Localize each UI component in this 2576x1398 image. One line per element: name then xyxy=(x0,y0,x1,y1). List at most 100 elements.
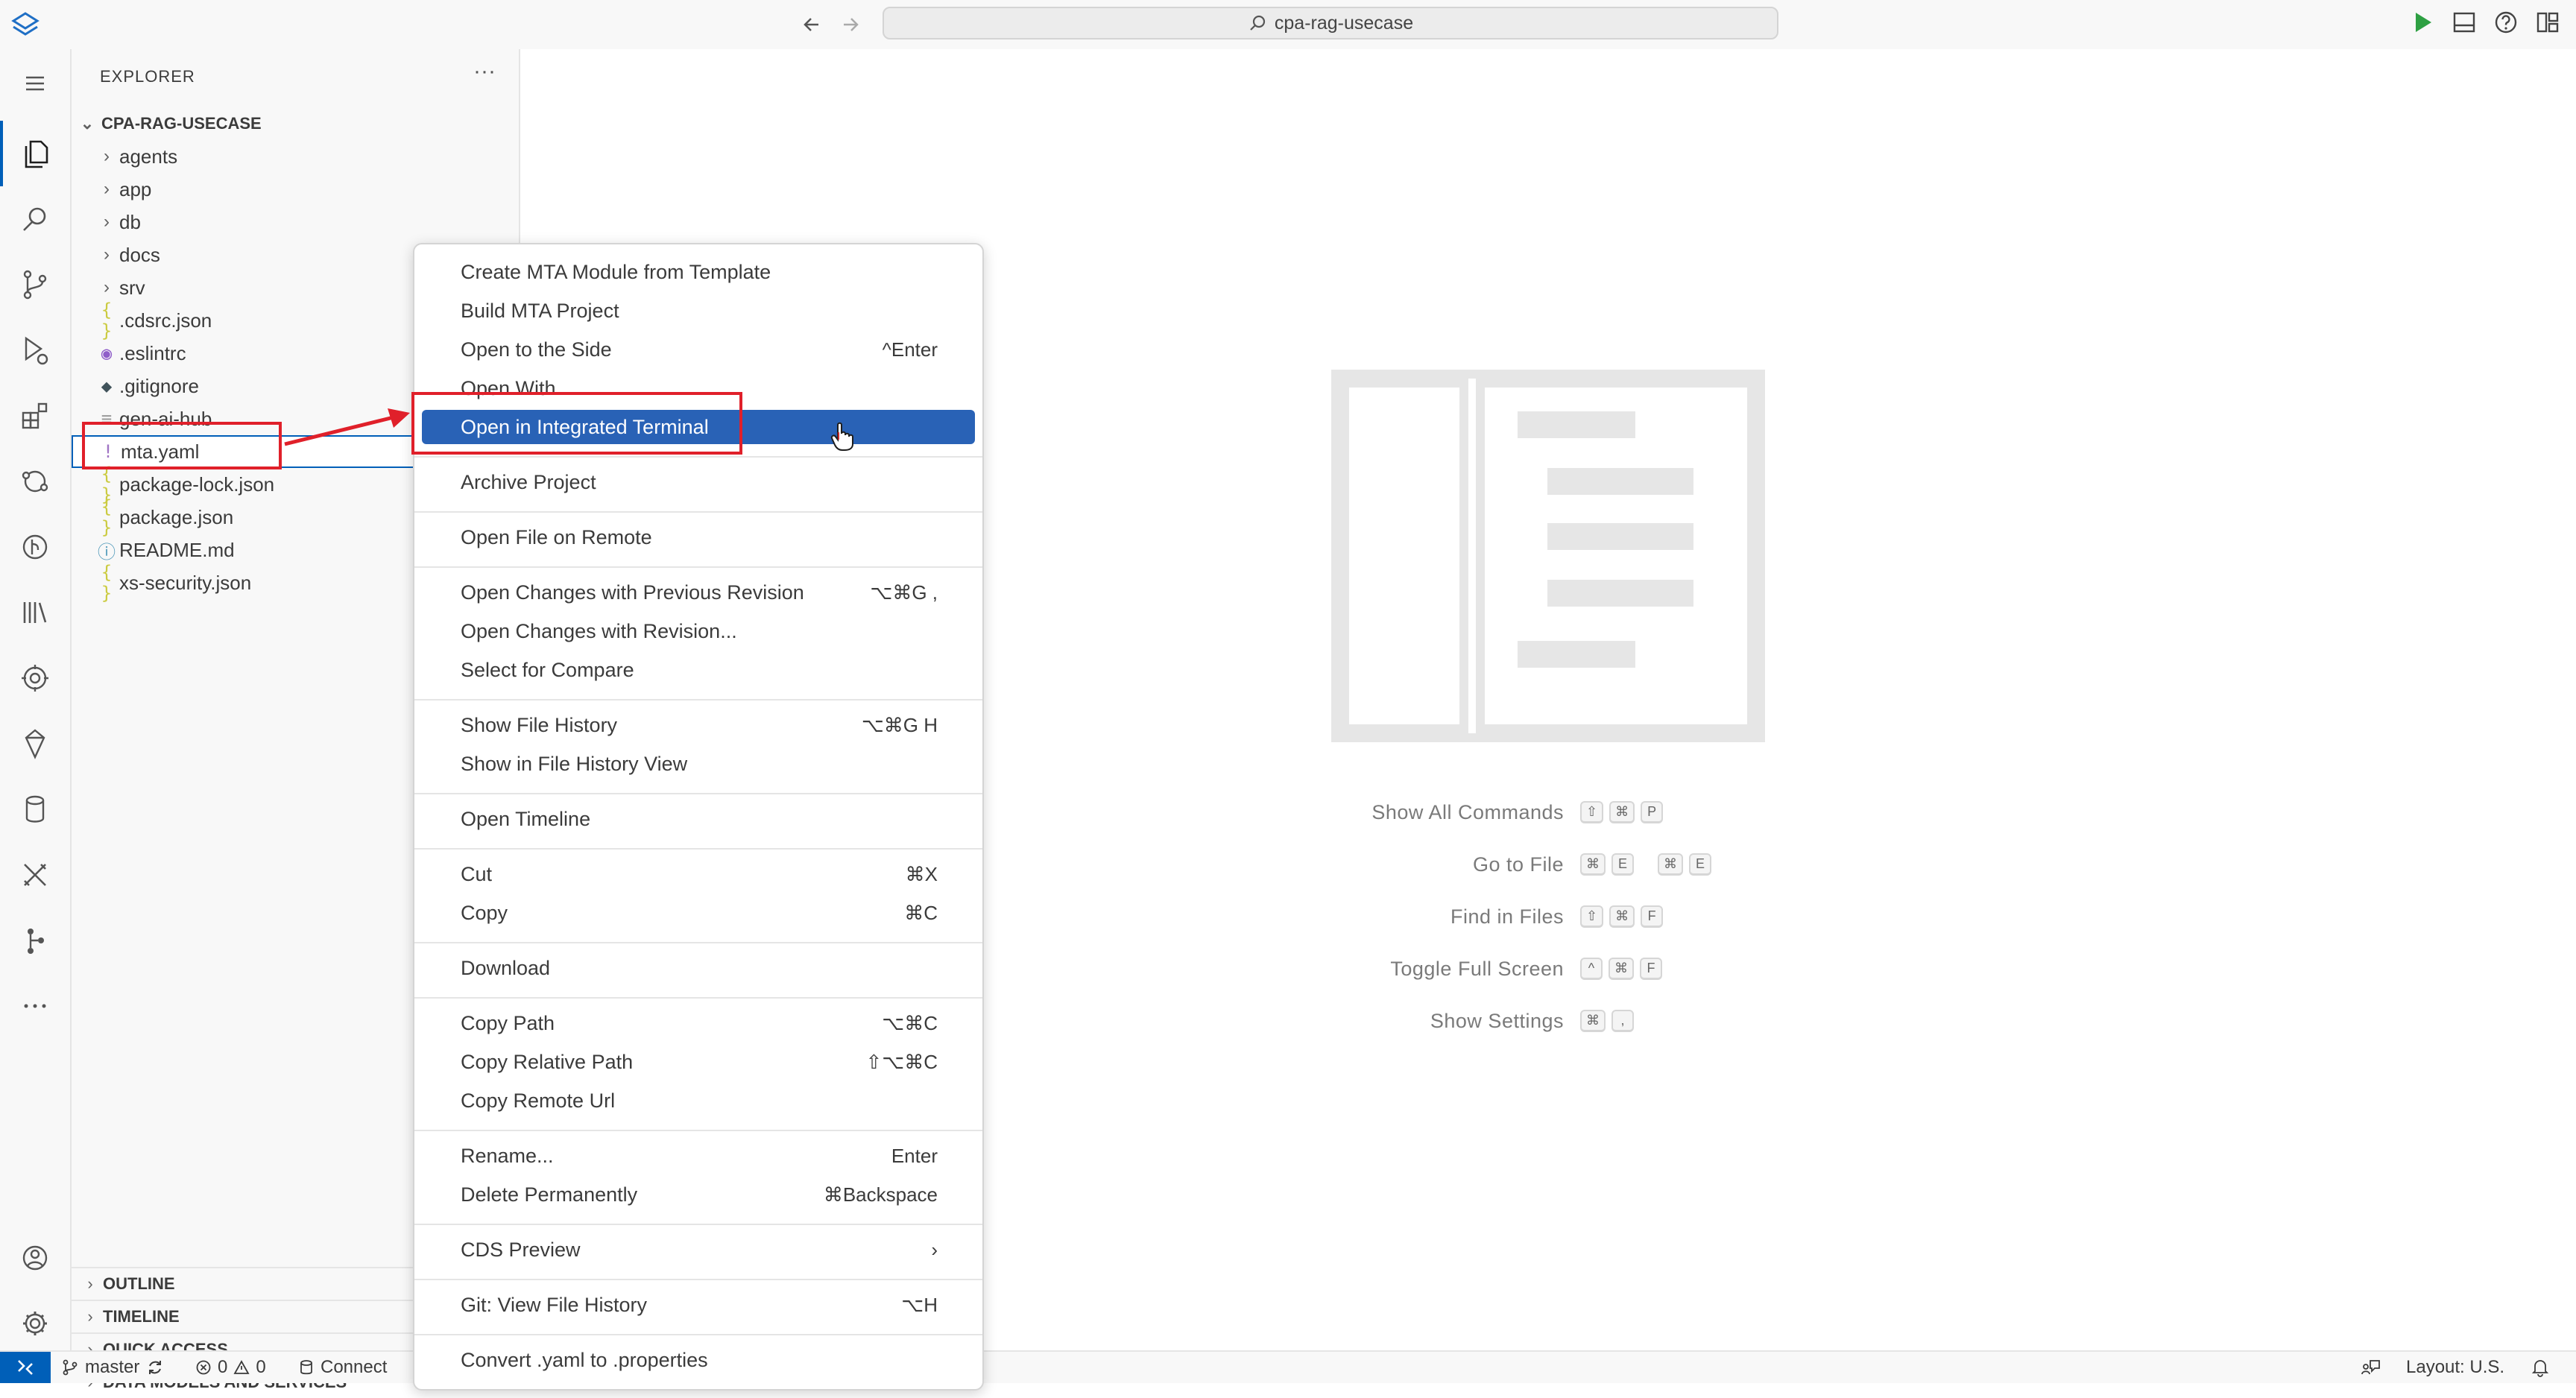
feedback-status[interactable] xyxy=(2360,1352,2382,1383)
explorer-icon[interactable] xyxy=(0,121,70,186)
menu-item-show-file-history[interactable]: Show File History ⌥⌘G H xyxy=(422,708,975,742)
welcome-shortcut[interactable]: Show All Commands ⇧ ⌘ P xyxy=(1267,797,1664,827)
chevron-right-icon: › xyxy=(104,212,110,232)
folder-label: app xyxy=(119,177,152,200)
annotation-box-file xyxy=(82,422,282,469)
extensions-icon[interactable] xyxy=(0,383,70,449)
menu-item-shortcut: ⌥⌘G , xyxy=(870,581,938,604)
menu-item-copy-relative-path[interactable]: Copy Relative Path ⇧⌥⌘C xyxy=(422,1045,975,1079)
menu-icon[interactable] xyxy=(0,51,70,116)
connect-label: Connect xyxy=(321,1357,388,1377)
run-debug-icon[interactable] xyxy=(0,317,70,383)
folder-label: docs xyxy=(119,243,160,266)
library-icon[interactable] xyxy=(0,580,70,645)
menu-item-cut[interactable]: Cut ⌘X xyxy=(422,857,975,891)
menu-item-convert-yaml-to-properties[interactable]: Convert .yaml to .properties xyxy=(422,1343,975,1377)
connect-status[interactable]: Connect xyxy=(298,1352,387,1383)
menu-item-download[interactable]: Download xyxy=(422,951,975,985)
root-folder[interactable]: ⌄ CPA-RAG-USECASE xyxy=(78,107,262,140)
menu-separator xyxy=(414,997,982,999)
source-control-icon[interactable] xyxy=(0,252,70,317)
account-icon[interactable] xyxy=(0,1225,70,1291)
folder-item[interactable]: › agents xyxy=(72,140,519,173)
menu-item-rename[interactable]: Rename... Enter xyxy=(422,1139,975,1173)
search-icon xyxy=(1250,15,1265,31)
menu-item-open-changes-with-previous-revision[interactable]: Open Changes with Previous Revision ⌥⌘G , xyxy=(422,575,975,610)
toggle-panel-icon[interactable] xyxy=(2451,9,2478,36)
gear-icon[interactable] xyxy=(0,1291,70,1356)
section-label: OUTLINE xyxy=(103,1274,175,1293)
command-center-search[interactable]: cpa-rag-usecase xyxy=(883,7,1778,39)
workflow-icon[interactable] xyxy=(0,908,70,973)
remote-explorer-icon[interactable] xyxy=(0,449,70,514)
more-icon[interactable] xyxy=(0,973,70,1039)
menu-item-select-for-compare[interactable]: Select for Compare xyxy=(422,653,975,687)
tools-icon[interactable] xyxy=(0,842,70,908)
menu-item-build-mta-project[interactable]: Build MTA Project xyxy=(422,294,975,328)
notifications-status[interactable] xyxy=(2531,1352,2549,1383)
menu-separator xyxy=(414,511,982,513)
welcome-shortcut[interactable]: Show Settings ⌘, xyxy=(1267,1006,1634,1036)
menu-item-label: Copy Path xyxy=(461,1011,555,1034)
menu-item-create-mta-module-from-template[interactable]: Create MTA Module from Template xyxy=(422,255,975,289)
arrow-right-icon[interactable] xyxy=(836,10,865,39)
layout-status[interactable]: Layout: U.S. xyxy=(2406,1352,2504,1383)
folder-label: db xyxy=(119,210,141,233)
menu-item-cds-preview[interactable]: CDS Preview › xyxy=(422,1233,975,1267)
menu-item-shortcut: ⌘Backspace xyxy=(823,1183,938,1206)
menu-item-show-in-file-history-view[interactable]: Show in File History View xyxy=(422,747,975,781)
menu-item-label: Copy Relative Path xyxy=(461,1050,634,1073)
shortcut-keys: ⇧ ⌘ P xyxy=(1580,801,1664,823)
menu-item-shortcut: Enter xyxy=(891,1144,938,1167)
git-graph-icon[interactable] xyxy=(0,514,70,580)
customize-layout-icon[interactable] xyxy=(2534,9,2561,36)
menu-item-open-timeline[interactable]: Open Timeline xyxy=(422,802,975,836)
menu-separator xyxy=(414,1279,982,1280)
error-count: 0 xyxy=(218,1357,228,1377)
menu-item-copy[interactable]: Copy ⌘C xyxy=(422,896,975,930)
file-label: package.json xyxy=(119,505,234,528)
help-icon[interactable] xyxy=(2493,9,2519,36)
menu-item-label: Rename... xyxy=(461,1144,554,1167)
welcome-shortcut[interactable]: Find in Files ⇧ ⌘ F xyxy=(1267,902,1664,932)
git-icon: ◆ xyxy=(101,376,113,396)
sync-icon[interactable] xyxy=(145,1358,165,1377)
json-icon: { } xyxy=(101,300,113,341)
command-center-text: cpa-rag-usecase xyxy=(1274,12,1414,34)
menu-item-label: Build MTA Project xyxy=(461,299,619,322)
keycap: ⌘ xyxy=(1609,801,1635,823)
diamond-icon[interactable] xyxy=(0,711,70,777)
branch-status[interactable]: master xyxy=(61,1352,165,1383)
keycap: P xyxy=(1641,801,1664,823)
welcome-shortcut[interactable]: Toggle Full Screen ^ ⌘ F xyxy=(1267,954,1662,984)
database-icon[interactable] xyxy=(0,777,70,842)
welcome-shortcut[interactable]: Go to File ⌘ E ⌘ E xyxy=(1267,850,1711,879)
search-icon[interactable] xyxy=(0,186,70,252)
chevron-right-icon: › xyxy=(87,1274,93,1293)
run-icon[interactable] xyxy=(2409,9,2436,36)
menu-item-archive-project[interactable]: Archive Project xyxy=(422,465,975,499)
folder-label: srv xyxy=(119,276,145,299)
problems-status[interactable]: 0 0 xyxy=(195,1352,266,1383)
menu-item-open-changes-with-revision[interactable]: Open Changes with Revision... xyxy=(422,614,975,648)
shortcut-keys: ⇧ ⌘ F xyxy=(1580,905,1664,928)
chevron-right-icon: › xyxy=(87,1307,93,1326)
menu-item-open-to-the-side[interactable]: Open to the Side ^Enter xyxy=(422,332,975,367)
menu-item-label: Archive Project xyxy=(461,470,596,493)
ai-assistant-icon[interactable] xyxy=(0,645,70,711)
menu-item-copy-remote-url[interactable]: Copy Remote Url xyxy=(422,1084,975,1118)
more-actions-icon[interactable]: ··· xyxy=(470,60,499,88)
menu-item-shortcut: ⌥⌘G H xyxy=(861,713,938,736)
folder-item[interactable]: › db xyxy=(72,206,519,238)
menu-item-git-view-file-history[interactable]: Git: View File History ⌥H xyxy=(422,1288,975,1322)
folder-item[interactable]: › app xyxy=(72,173,519,206)
menu-item-copy-path[interactable]: Copy Path ⌥⌘C xyxy=(422,1006,975,1040)
keycap: ⇧ xyxy=(1580,801,1604,823)
menu-item-delete-permanently[interactable]: Delete Permanently ⌘Backspace xyxy=(422,1177,975,1212)
remote-indicator-button[interactable] xyxy=(0,1352,51,1383)
arrow-left-icon[interactable] xyxy=(798,10,826,39)
menu-separator xyxy=(414,1224,982,1225)
shortcut-label: Show Settings xyxy=(1430,1009,1564,1032)
chevron-right-icon: › xyxy=(104,179,110,199)
menu-item-open-file-on-remote[interactable]: Open File on Remote xyxy=(422,520,975,554)
